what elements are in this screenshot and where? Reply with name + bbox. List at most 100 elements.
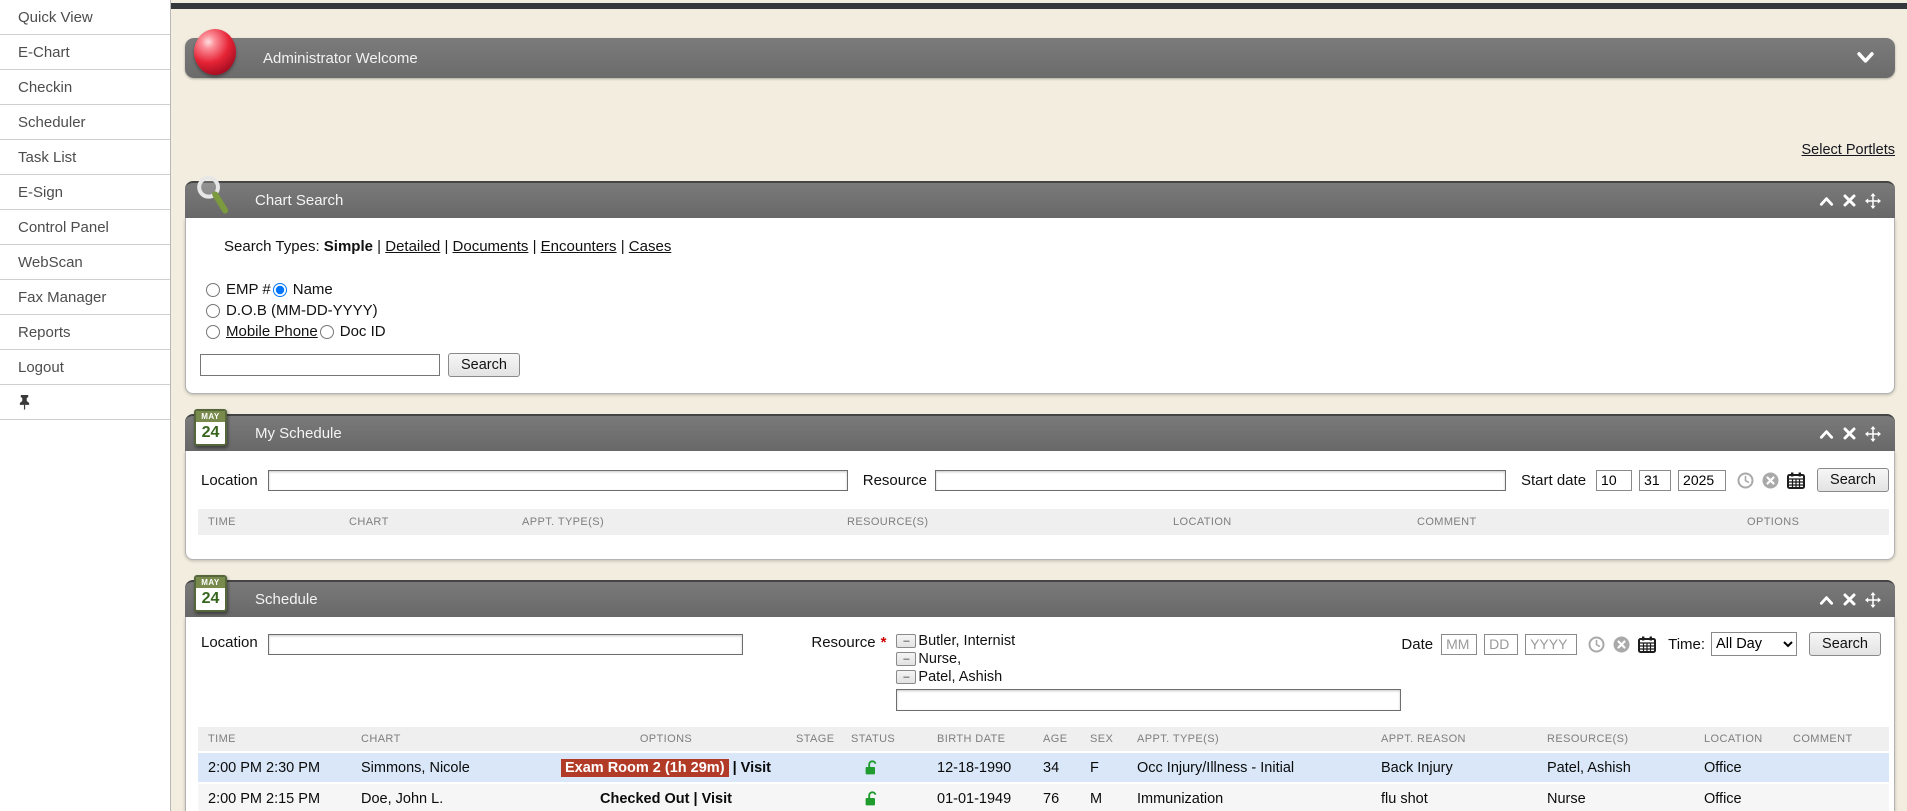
sidebar-item-task-list[interactable]: Task List	[0, 140, 170, 175]
mobile-phone-radio[interactable]	[206, 325, 220, 339]
start-month-input[interactable]	[1596, 470, 1632, 491]
search-type-simple[interactable]: Simple	[324, 238, 373, 255]
cell-sex: M	[1080, 791, 1127, 807]
close-portlet-icon[interactable]	[1843, 194, 1856, 207]
sidebar-item-scheduler[interactable]: Scheduler	[0, 105, 170, 140]
time-select[interactable]: All Day	[1711, 632, 1797, 656]
doc-id-label: Doc ID	[340, 323, 386, 340]
name-label: Name	[293, 281, 333, 298]
column-header-location: LOCATION	[1163, 516, 1407, 528]
emp-number-radio[interactable]	[206, 283, 220, 297]
clear-date-icon[interactable]	[1613, 636, 1630, 653]
checkout-status-text: Checked Out	[600, 791, 689, 807]
select-portlets-row: Select Portlets	[185, 141, 1895, 161]
column-header-sex: SEX	[1080, 733, 1127, 745]
close-portlet-icon[interactable]	[1843, 593, 1856, 606]
remove-resource-button[interactable]: –	[896, 670, 916, 684]
location-input[interactable]	[268, 470, 848, 491]
sidebar-item-control-panel[interactable]: Control Panel	[0, 210, 170, 245]
column-header-stage: STAGE	[786, 733, 841, 745]
move-portlet-icon[interactable]	[1865, 592, 1881, 608]
visit-link[interactable]: Visit	[702, 791, 732, 807]
my-schedule-table-header: TIME CHART APPT. TYPE(S) RESOURCE(S) LOC…	[198, 509, 1889, 535]
remove-resource-button[interactable]: –	[896, 652, 916, 666]
location-label: Location	[201, 472, 258, 489]
welcome-collapse-button[interactable]	[1856, 51, 1875, 65]
resource-search-input[interactable]	[896, 689, 1401, 711]
cell-birth-date: 12-18-1990	[927, 760, 1033, 776]
visit-link[interactable]: Visit	[741, 760, 771, 776]
resource-item: – Patel, Ashish	[896, 668, 1401, 686]
start-year-input[interactable]	[1678, 470, 1726, 491]
calendar-picker-icon[interactable]	[1638, 636, 1656, 653]
cell-age: 76	[1033, 791, 1080, 807]
column-header-comment: COMMENT	[1407, 516, 1737, 528]
chart-search-input[interactable]	[200, 354, 440, 376]
collapse-portlet-button[interactable]	[1819, 195, 1834, 207]
sidebar-pin-toggle[interactable]	[0, 385, 170, 420]
chart-search-button[interactable]: Search	[448, 353, 520, 377]
start-day-input[interactable]	[1639, 470, 1671, 491]
cell-time: 2:00 PM 2:30 PM	[198, 760, 351, 776]
column-header-options: OPTIONS	[1737, 516, 1889, 528]
column-header-appt-reason: APPT. REASON	[1371, 733, 1537, 745]
chart-search-header: Chart Search	[185, 181, 1895, 218]
date-year-input[interactable]	[1525, 634, 1577, 655]
sidebar-item-e-chart[interactable]: E-Chart	[0, 35, 170, 70]
search-icon	[194, 174, 232, 216]
cell-appt-type: Immunization	[1127, 791, 1371, 807]
room-status-badge: Exam Room 2 (1h 29m)	[561, 759, 729, 777]
schedule-search-button[interactable]: Search	[1809, 632, 1881, 656]
location-input[interactable]	[268, 634, 744, 655]
search-type-cases[interactable]: Cases	[629, 238, 672, 255]
sidebar-item-fax-manager[interactable]: Fax Manager	[0, 280, 170, 315]
move-portlet-icon[interactable]	[1865, 193, 1881, 209]
cell-time: 2:00 PM 2:15 PM	[198, 791, 351, 807]
cell-options: Checked Out | Visit	[546, 791, 786, 807]
column-header-appt-types: APPT. TYPE(S)	[512, 516, 837, 528]
sidebar-item-webscan[interactable]: WebScan	[0, 245, 170, 280]
separator: |	[733, 760, 737, 776]
resource-input[interactable]	[935, 470, 1506, 491]
chevron-down-icon	[1856, 51, 1875, 65]
unlocked-icon[interactable]	[863, 790, 879, 807]
date-month-input[interactable]	[1441, 634, 1477, 655]
search-type-documents[interactable]: Documents	[453, 238, 529, 255]
sidebar-item-logout[interactable]: Logout	[0, 350, 170, 385]
dob-radio[interactable]	[206, 304, 220, 318]
time-picker-icon[interactable]	[1588, 636, 1605, 653]
my-schedule-portlet: MAY 24 My Schedule Location Resource Sta…	[185, 414, 1895, 560]
sidebar-item-checkin[interactable]: Checkin	[0, 70, 170, 105]
calendar-picker-icon[interactable]	[1787, 472, 1805, 489]
my-schedule-search-button[interactable]: Search	[1817, 468, 1889, 492]
appointment-row[interactable]: 2:00 PM 2:15 PM Doe, John L. Checked Out…	[198, 784, 1889, 811]
unlocked-icon[interactable]	[863, 759, 879, 776]
move-portlet-icon[interactable]	[1865, 426, 1881, 442]
clear-date-icon[interactable]	[1762, 472, 1779, 489]
column-header-chart: CHART	[339, 516, 512, 528]
date-day-input[interactable]	[1484, 634, 1518, 655]
close-portlet-icon[interactable]	[1843, 427, 1856, 440]
remove-resource-button[interactable]: –	[896, 634, 916, 648]
collapse-portlet-button[interactable]	[1819, 594, 1834, 606]
start-date-label: Start date	[1521, 472, 1586, 489]
collapse-portlet-button[interactable]	[1819, 428, 1834, 440]
column-header-time: TIME	[198, 516, 339, 528]
mobile-phone-label[interactable]: Mobile Phone	[226, 323, 318, 340]
appointment-row[interactable]: 2:00 PM 2:30 PM Simmons, Nicole Exam Roo…	[198, 753, 1889, 784]
time-picker-icon[interactable]	[1737, 472, 1754, 489]
sidebar-item-reports[interactable]: Reports	[0, 315, 170, 350]
select-portlets-link[interactable]: Select Portlets	[1802, 142, 1896, 158]
sidebar-item-e-sign[interactable]: E-Sign	[0, 175, 170, 210]
main-area: Administrator Welcome Select Portlets Ch…	[171, 0, 1907, 811]
search-type-encounters[interactable]: Encounters	[541, 238, 617, 255]
search-type-detailed[interactable]: Detailed	[385, 238, 440, 255]
doc-id-radio[interactable]	[320, 325, 334, 339]
schedule-table-header: TIME CHART OPTIONS STAGE STATUS BIRTH DA…	[198, 727, 1889, 753]
name-radio[interactable]	[273, 283, 287, 297]
column-header-age: AGE	[1033, 733, 1080, 745]
calendar-month: MAY	[196, 577, 225, 588]
resource-name: Patel, Ashish	[918, 669, 1002, 685]
calendar-icon: MAY 24	[194, 575, 227, 612]
sidebar-item-quick-view[interactable]: Quick View	[0, 0, 170, 35]
